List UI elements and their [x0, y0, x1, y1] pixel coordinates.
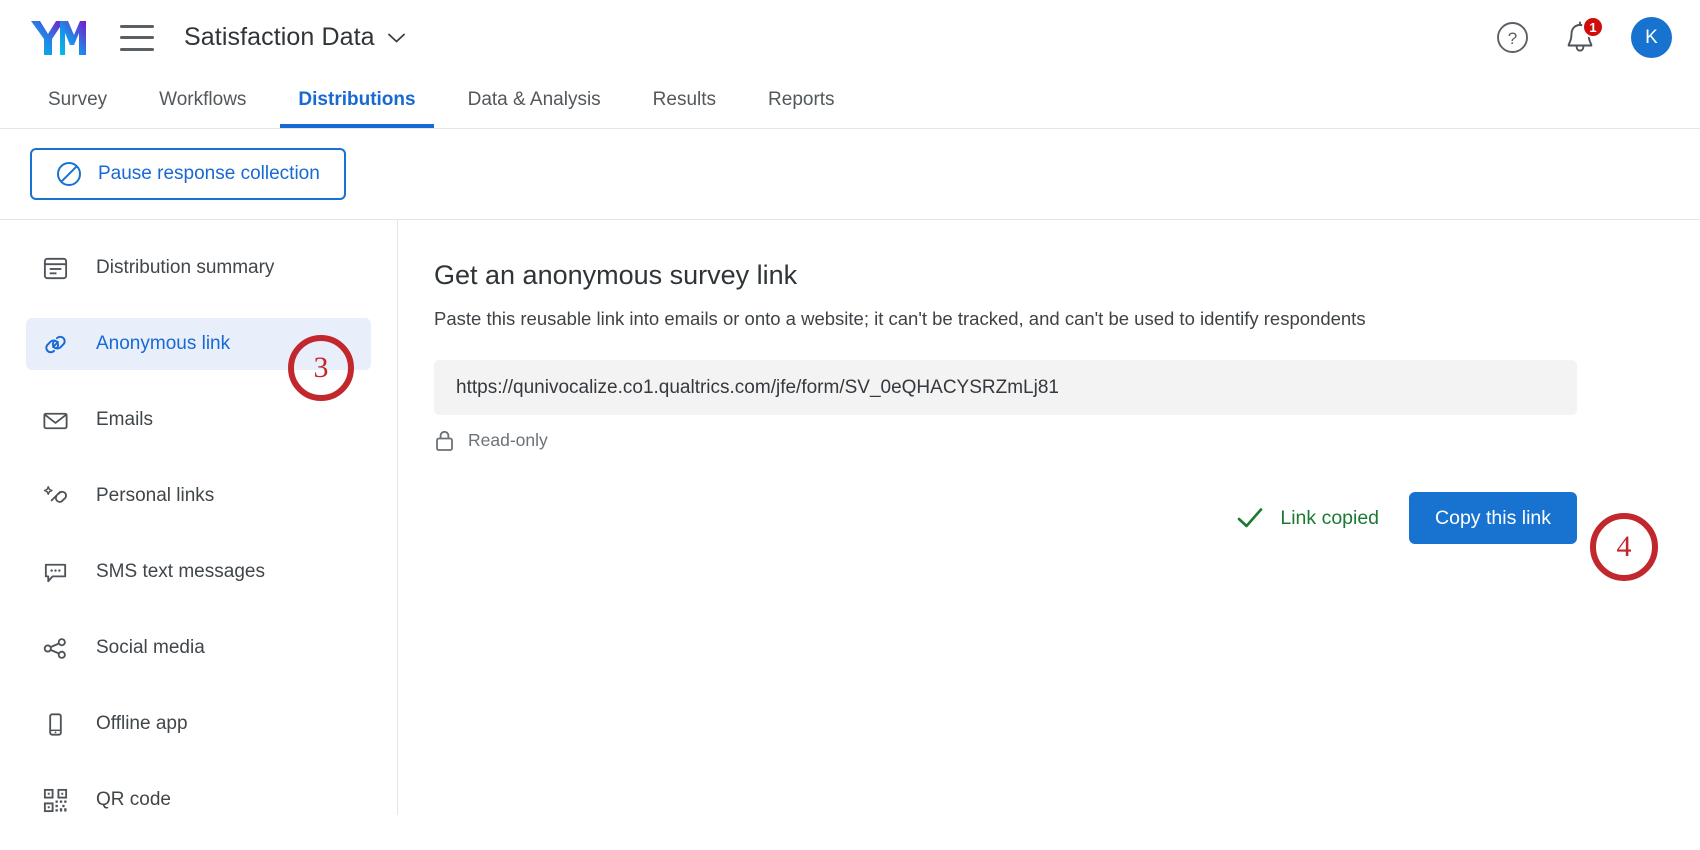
notifications-button[interactable]: 1 [1565, 16, 1604, 54]
sidebar-item-offline-app[interactable]: Offline app [26, 698, 371, 750]
sidebar-item-sms-text-messages[interactable]: SMS text messages [26, 546, 371, 598]
pause-button-label: Pause response collection [98, 163, 320, 184]
primary-nav-tabs: Survey Workflows Distributions Data & An… [0, 75, 1700, 129]
anonymous-link-panel: Get an anonymous survey link Paste this … [398, 220, 1700, 815]
tab-distributions[interactable]: Distributions [280, 75, 434, 128]
notification-count-badge: 1 [1582, 16, 1604, 38]
sidebar-label: Anonymous link [96, 333, 231, 354]
link-chain-icon [40, 329, 70, 359]
tab-data-analysis[interactable]: Data & Analysis [450, 75, 619, 128]
pause-response-collection-button[interactable]: Pause response collection [30, 148, 346, 200]
chat-bubble-icon [40, 557, 70, 587]
tab-survey[interactable]: Survey [30, 75, 125, 128]
read-only-label: Read-only [468, 430, 548, 450]
no-entry-icon [57, 162, 81, 186]
sidebar-label: Distribution summary [96, 257, 275, 278]
summary-card-icon [40, 253, 70, 283]
sidebar-label: Social media [96, 637, 205, 658]
survey-link-value: https://qunivocalize.co1.qualtrics.com/j… [456, 376, 1059, 398]
qr-code-icon [40, 785, 70, 815]
magic-link-icon [40, 481, 70, 511]
copy-this-link-button[interactable]: Copy this link [1409, 492, 1577, 544]
top-bar-actions: ? 1 K [1496, 16, 1672, 58]
user-avatar[interactable]: K [1631, 17, 1672, 58]
panel-title: Get an anonymous survey link [434, 260, 798, 290]
sidebar-label: SMS text messages [96, 561, 265, 582]
sidebar-item-social-media[interactable]: Social media [26, 622, 371, 674]
sidebar-label: QR code [96, 789, 171, 810]
project-title: Satisfaction Data [184, 23, 375, 51]
chevron-down-icon [387, 33, 405, 42]
panel-description: Paste this reusable link into emails or … [434, 308, 1366, 329]
mobile-phone-icon [40, 709, 70, 739]
project-title-dropdown[interactable]: Satisfaction Data [184, 23, 405, 52]
envelope-icon [40, 405, 70, 435]
read-only-note: Read-only [434, 429, 1700, 452]
sidebar-item-emails[interactable]: Emails [26, 394, 371, 446]
page-body: Distribution summary Anonymous link Emai… [0, 219, 1700, 815]
copy-link-row: Link copied Copy this link [434, 492, 1577, 544]
sidebar-label: Offline app [96, 713, 188, 734]
lock-icon [436, 430, 453, 451]
action-bar: Pause response collection [0, 129, 1700, 219]
share-nodes-icon [40, 633, 70, 663]
svg-text:?: ? [1508, 29, 1517, 48]
link-copied-status: Link copied [1237, 507, 1379, 530]
help-question-icon[interactable]: ? [1496, 21, 1529, 54]
sidebar-label: Emails [96, 409, 154, 430]
link-copied-label: Link copied [1280, 506, 1380, 529]
top-bar: Satisfaction Data ? 1 K [0, 0, 1700, 75]
tab-workflows[interactable]: Workflows [141, 75, 264, 128]
checkmark-icon [1238, 508, 1263, 528]
distribution-methods-sidebar: Distribution summary Anonymous link Emai… [0, 220, 398, 815]
sidebar-label: Personal links [96, 485, 215, 506]
qualtrics-distributions-page: Satisfaction Data ? 1 K Survey Workflows… [0, 0, 1700, 850]
sidebar-item-anonymous-link[interactable]: Anonymous link [26, 318, 371, 370]
xm-logo[interactable] [30, 18, 86, 58]
survey-link-input[interactable]: https://qunivocalize.co1.qualtrics.com/j… [434, 360, 1577, 415]
sidebar-item-distribution-summary[interactable]: Distribution summary [26, 242, 371, 294]
tab-results[interactable]: Results [635, 75, 734, 128]
hamburger-menu-icon[interactable] [120, 24, 154, 51]
sidebar-item-personal-links[interactable]: Personal links [26, 470, 371, 522]
tab-reports[interactable]: Reports [750, 75, 853, 128]
sidebar-item-qr-code[interactable]: QR code [26, 774, 371, 826]
